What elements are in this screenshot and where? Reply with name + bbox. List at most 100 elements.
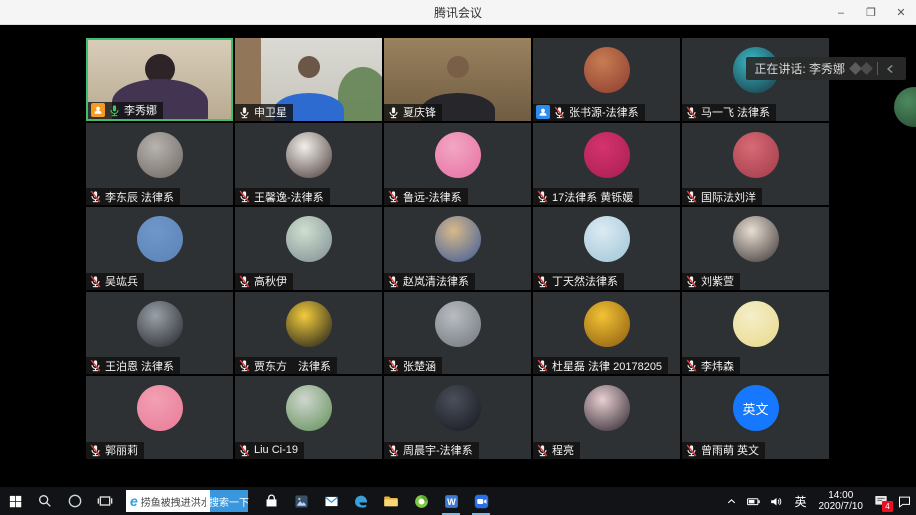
avatar — [435, 216, 481, 262]
self-badge-icon — [536, 105, 550, 119]
clock-date: 2020/7/10 — [819, 501, 864, 512]
participant-name: 周晨宇-法律系 — [403, 442, 473, 458]
mic-muted-icon — [387, 359, 400, 372]
participant-tile[interactable]: 贾东方 法律系 — [235, 292, 382, 375]
floating-widget[interactable] — [894, 87, 916, 127]
notification-icon[interactable]: 4 — [869, 487, 893, 515]
participant-name: 贾东方 法律系 — [254, 358, 331, 374]
participant-name: 丁天然法律系 — [552, 273, 618, 289]
participant-tile[interactable]: 国际法刘洋 — [682, 123, 829, 206]
participant-name: 马一飞 法律系 — [701, 104, 770, 120]
ime-indicator[interactable]: 英 — [788, 493, 812, 510]
participant-name: 张书源-法律系 — [569, 104, 639, 120]
svg-text:W: W — [447, 497, 456, 507]
participant-tile[interactable]: 申卫星 — [235, 38, 382, 121]
mic-icon — [108, 104, 121, 117]
avatar — [286, 385, 332, 431]
participant-nameplate: 张书源-法律系 — [533, 104, 645, 121]
back-arrow-icon[interactable] — [884, 62, 898, 76]
close-button[interactable]: ✕ — [886, 0, 916, 25]
avatar — [137, 216, 183, 262]
avatar — [286, 132, 332, 178]
minimize-button[interactable]: – — [826, 0, 856, 25]
search-icon[interactable] — [30, 487, 60, 515]
avatar — [733, 216, 779, 262]
participant-tile[interactable]: 英文 曾雨萌 英文 — [682, 376, 829, 459]
participant-name: 王泊恩 法律系 — [105, 358, 174, 374]
avatar — [584, 385, 630, 431]
window-title: 腾讯会议 — [0, 4, 916, 21]
participant-tile[interactable]: 王馨逸-法律系 — [235, 123, 382, 206]
participant-nameplate: 高秋伊 — [235, 273, 293, 290]
volume-icon[interactable] — [765, 487, 788, 515]
participant-nameplate: 马一飞 法律系 — [682, 104, 776, 121]
participant-tile[interactable]: 刘紫萱 — [682, 207, 829, 290]
participant-tile[interactable]: 张楚涵 — [384, 292, 531, 375]
participant-tile[interactable]: 李秀娜 — [86, 38, 233, 121]
clock[interactable]: 14:00 2020/7/10 — [813, 490, 870, 512]
participant-tile[interactable]: 高秋伊 — [235, 207, 382, 290]
participant-nameplate: 17法律系 黄铄媛 — [533, 188, 639, 205]
cortana-icon[interactable] — [60, 487, 90, 515]
participant-name: 赵岚清法律系 — [403, 273, 469, 289]
mic-muted-icon — [89, 190, 102, 203]
task-view-icon[interactable] — [90, 487, 120, 515]
title-bar: 腾讯会议 – ❐ ✕ — [0, 0, 916, 25]
participant-tile[interactable]: 丁天然法律系 — [533, 207, 680, 290]
layout-icon-2[interactable] — [860, 62, 873, 75]
mic-muted-icon — [238, 190, 251, 203]
mail-icon[interactable] — [316, 487, 346, 515]
mic-muted-icon — [536, 275, 549, 288]
photos-icon[interactable] — [286, 487, 316, 515]
participant-tile[interactable]: 鲁远-法律系 — [384, 123, 531, 206]
participant-nameplate: 李东辰 法律系 — [86, 188, 180, 205]
taskbar: e 捞鱼被拽进洪水... 搜索一下 W 英 14:00 2020/7/10 4 — [0, 487, 916, 515]
participant-tile[interactable]: 王泊恩 法律系 — [86, 292, 233, 375]
participant-tile[interactable]: 周晨宇-法律系 — [384, 376, 531, 459]
window-controls: – ❐ ✕ — [826, 0, 916, 25]
participant-tile[interactable]: 17法律系 黄铄媛 — [533, 123, 680, 206]
participant-tile[interactable]: 吴竑兵 — [86, 207, 233, 290]
hidden-icons-chevron[interactable] — [721, 487, 742, 515]
battery-icon[interactable] — [742, 487, 765, 515]
participant-name: 李东辰 法律系 — [105, 189, 174, 205]
store-icon[interactable] — [256, 487, 286, 515]
taskbar-search-box[interactable]: e 捞鱼被拽进洪水... — [126, 490, 210, 512]
participant-nameplate: 申卫星 — [235, 104, 293, 121]
avatar — [137, 385, 183, 431]
wps-word-icon[interactable]: W — [436, 487, 466, 515]
mic-muted-icon — [685, 275, 698, 288]
browser360-icon[interactable] — [406, 487, 436, 515]
participant-tile[interactable]: Liu Ci-19 — [235, 376, 382, 459]
participant-tile[interactable]: 程亮 — [533, 376, 680, 459]
participant-name: 李秀娜 — [124, 102, 157, 118]
participant-tile[interactable]: 李东辰 法律系 — [86, 123, 233, 206]
start-button[interactable] — [0, 487, 30, 515]
participant-tile[interactable]: 杜星磊 法律 20178205 — [533, 292, 680, 375]
participant-tile[interactable]: 郭丽莉 — [86, 376, 233, 459]
participant-name: 张楚涵 — [403, 358, 436, 374]
mic-muted-icon — [536, 359, 549, 372]
participant-tile[interactable]: 赵岚清法律系 — [384, 207, 531, 290]
avatar — [435, 385, 481, 431]
edge-icon[interactable] — [346, 487, 376, 515]
participant-nameplate: 国际法刘洋 — [682, 188, 762, 205]
avatar: 英文 — [733, 385, 779, 431]
explorer-icon[interactable] — [376, 487, 406, 515]
mic-muted-icon — [685, 106, 698, 119]
participant-tile[interactable]: 夏庆锋 — [384, 38, 531, 121]
search-go-button[interactable]: 搜索一下 — [210, 490, 248, 512]
system-tray: 英 14:00 2020/7/10 4 — [721, 487, 916, 515]
participant-tile[interactable]: 李炜森 — [682, 292, 829, 375]
participant-nameplate: 程亮 — [533, 442, 580, 459]
participant-tile[interactable]: 张书源-法律系 — [533, 38, 680, 121]
participant-nameplate: 周晨宇-法律系 — [384, 442, 479, 459]
action-center-icon[interactable] — [893, 487, 916, 515]
mic-muted-icon — [238, 275, 251, 288]
mic-muted-icon — [685, 359, 698, 372]
tencent-meeting-icon[interactable] — [466, 487, 496, 515]
speaking-indicator-label: 正在讲话: 李秀娜 — [754, 60, 845, 77]
restore-button[interactable]: ❐ — [856, 0, 886, 25]
participant-nameplate: 李秀娜 — [88, 102, 163, 119]
participant-nameplate: 王泊恩 法律系 — [86, 357, 180, 374]
